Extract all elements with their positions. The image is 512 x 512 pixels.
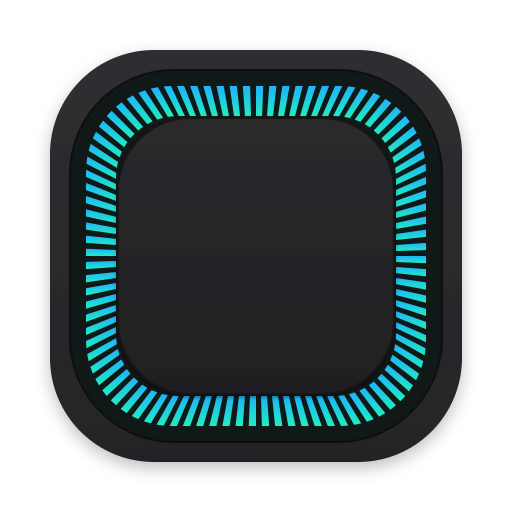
ring-segment <box>396 256 426 264</box>
ring-segment <box>256 86 264 116</box>
center-tile <box>117 117 395 395</box>
app-icon <box>50 50 462 462</box>
ring-segment <box>248 396 256 426</box>
app-icon-stage <box>0 0 512 512</box>
ring-segment <box>86 248 116 256</box>
